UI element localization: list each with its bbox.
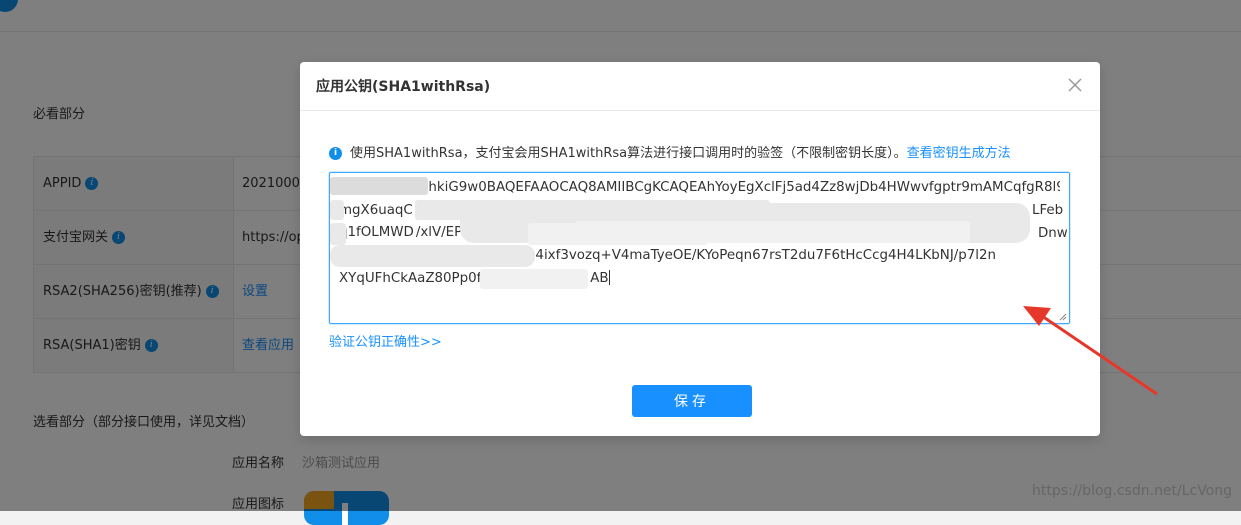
redaction-mask: [480, 269, 588, 289]
notice-text: 使用SHA1withRsa，支付宝会用SHA1withRsa算法进行接口调用时的…: [350, 146, 907, 161]
save-button[interactable]: 保存: [632, 385, 752, 417]
annotation-arrow-icon: [1023, 306, 1158, 396]
info-icon: i: [329, 147, 342, 160]
text-caret: [608, 270, 610, 286]
key-text: Dnw: [1038, 226, 1068, 241]
key-text: q1fOLMWD: [339, 225, 414, 241]
redaction-mask: [330, 200, 344, 220]
key-line: XYqUFhCkAaZ80Pp0fxw AB: [339, 268, 1060, 291]
public-key-textarea[interactable]: MIIBIjANBgkqhkiG9w0BAQEFAAOCAQ8AMIIBCgKC…: [329, 172, 1070, 324]
key-text: AB: [590, 270, 609, 286]
key-line: MIIBIjANBgkqhkiG9w0BAQEFAAOCAQ8AMIIBCgKC…: [339, 180, 1060, 195]
public-key-modal: 应用公钥(SHA1withRsa) i 使用SHA1withRsa，支付宝会用SH…: [300, 62, 1100, 436]
key-text: mgX6uaqC: [339, 202, 413, 218]
key-text: /e4ixf3vozq+V4maTyeOE/KYoPeqn67rsT2du7F6…: [522, 248, 997, 264]
redaction-mask: [330, 245, 535, 267]
modal-title: 应用公钥(SHA1withRsa): [316, 79, 491, 95]
key-text: XYqUFhCkAaZ80Pp0fxw: [339, 270, 501, 286]
watermark: https://blog.csdn.net/LcVong: [1032, 483, 1233, 499]
modal-header: 应用公钥(SHA1withRsa): [300, 62, 1100, 111]
redaction-mask: [330, 177, 428, 195]
redaction-mask: [330, 223, 346, 245]
redaction-mask: [528, 223, 708, 245]
key-text: LFeb: [1032, 203, 1064, 218]
verify-public-key-link[interactable]: 验证公钥正确性>>: [329, 331, 442, 350]
key-generation-method-link[interactable]: 查看密钥生成方法: [907, 146, 1011, 161]
close-icon[interactable]: [1066, 76, 1084, 94]
notice-message: i 使用SHA1withRsa，支付宝会用SHA1withRsa算法进行接口调用时…: [329, 142, 1011, 161]
